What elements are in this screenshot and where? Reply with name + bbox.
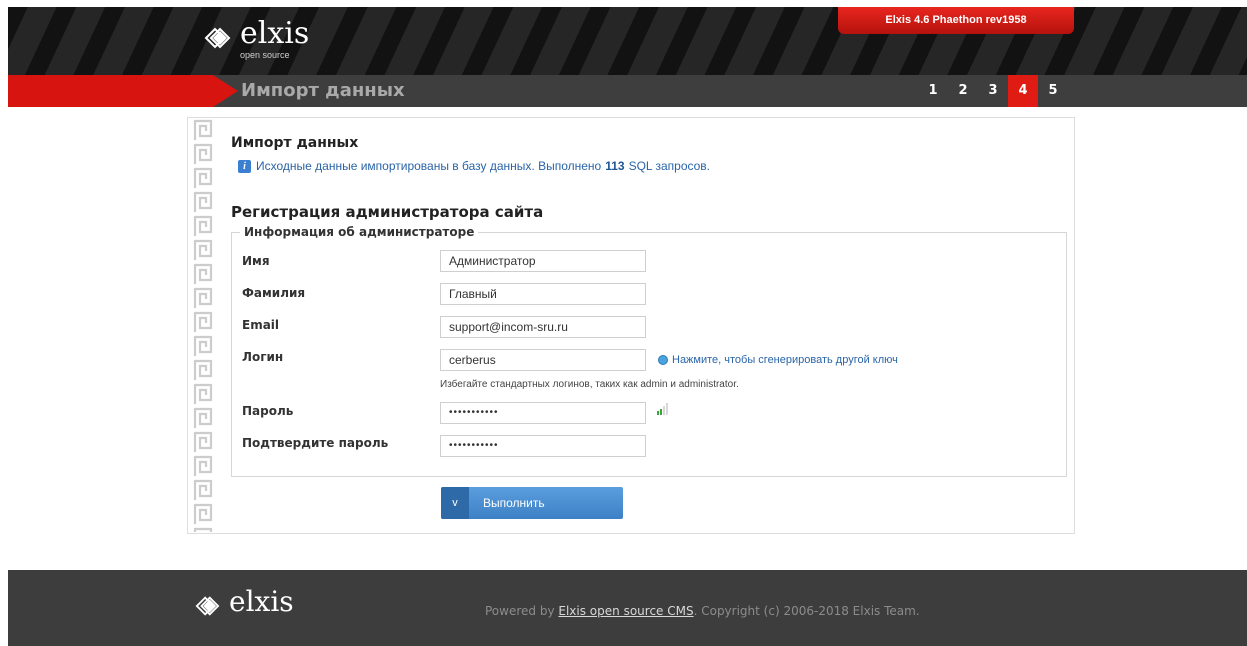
import-info-prefix: Исходные данные импортированы в базу дан… — [256, 159, 602, 173]
import-heading: Импорт данных — [231, 135, 359, 151]
elxis-cms-link[interactable]: Elxis open source CMS — [558, 604, 693, 618]
version-badge: Elxis 4.6 Phaethon rev1958 — [838, 7, 1074, 34]
confirm-password-label: Подтвердите пароль — [242, 436, 389, 450]
footer-logo[interactable]: elxis — [191, 588, 294, 618]
step-indicator: 1 2 3 4 5 — [918, 75, 1068, 107]
install-panel: Импорт данных i Исходные данные импортир… — [187, 117, 1075, 534]
footer: elxis Powered by Elxis open source CMS. … — [8, 570, 1247, 646]
step-1: 1 — [928, 83, 938, 98]
submit-button[interactable]: v Выполнить — [441, 487, 623, 519]
password-strength-icon — [657, 403, 668, 415]
submit-label: Выполнить — [483, 496, 545, 510]
login-hint: Избегайте стандартных логинов, таких как… — [440, 379, 739, 390]
import-query-count: 113 — [605, 159, 625, 173]
generate-login-link[interactable]: Нажмите, чтобы сгенерировать другой ключ — [658, 354, 898, 366]
greek-meander-border — [188, 118, 218, 532]
elxis-logo-icon — [195, 596, 220, 616]
admin-info-fieldset: Информация об администраторе Имя Админис… — [231, 225, 1067, 477]
header: elxis open source Elxis 4.6 Phaethon rev… — [8, 7, 1247, 75]
last-name-input[interactable]: Главный — [440, 283, 646, 305]
footer-logo-text: elxis — [229, 585, 294, 618]
header-logo[interactable]: elxis open source — [200, 16, 310, 60]
password-label: Пароль — [242, 404, 294, 418]
confirm-password-input[interactable]: ••••••••••• — [440, 435, 646, 457]
logo-subtitle: open source — [240, 50, 290, 60]
import-info-suffix: SQL запросов. — [628, 159, 711, 173]
import-info-message: i Исходные данные импортированы в базу д… — [238, 159, 710, 173]
first-name-label: Имя — [242, 254, 270, 268]
password-input[interactable]: ••••••••••• — [440, 402, 646, 424]
email-input[interactable]: support@incom-sru.ru — [440, 316, 646, 338]
admin-registration-heading: Регистрация администратора сайта — [231, 203, 544, 221]
powered-by-prefix: Powered by — [485, 604, 555, 618]
fieldset-legend: Информация об администраторе — [240, 225, 479, 239]
logo-text: elxis — [240, 16, 310, 51]
step-2: 2 — [958, 83, 968, 98]
first-name-input[interactable]: Администратор — [440, 250, 646, 272]
last-name-label: Фамилия — [242, 286, 306, 300]
step-3: 3 — [988, 83, 998, 98]
title-bar: Импорт данных 1 2 3 4 5 — [8, 75, 1247, 107]
login-label: Логин — [242, 350, 284, 364]
email-label: Email — [242, 318, 280, 332]
generate-login-label: Нажмите, чтобы сгенерировать другой ключ — [672, 354, 898, 366]
copyright-text: . Copyright (c) 2006-2018 Elxis Team. — [693, 604, 920, 618]
step-5: 5 — [1048, 83, 1058, 98]
title-red-arrow — [8, 75, 238, 107]
elxis-logo-icon — [204, 27, 231, 49]
page-title: Импорт данных — [241, 80, 405, 101]
step-4-active: 4 — [1008, 75, 1038, 107]
login-input[interactable]: cerberus — [440, 349, 646, 371]
info-icon: i — [238, 159, 251, 173]
checkmark-icon: v — [441, 487, 469, 519]
refresh-key-icon — [658, 355, 668, 365]
footer-copyright: Powered by Elxis open source CMS. Copyri… — [485, 604, 920, 618]
